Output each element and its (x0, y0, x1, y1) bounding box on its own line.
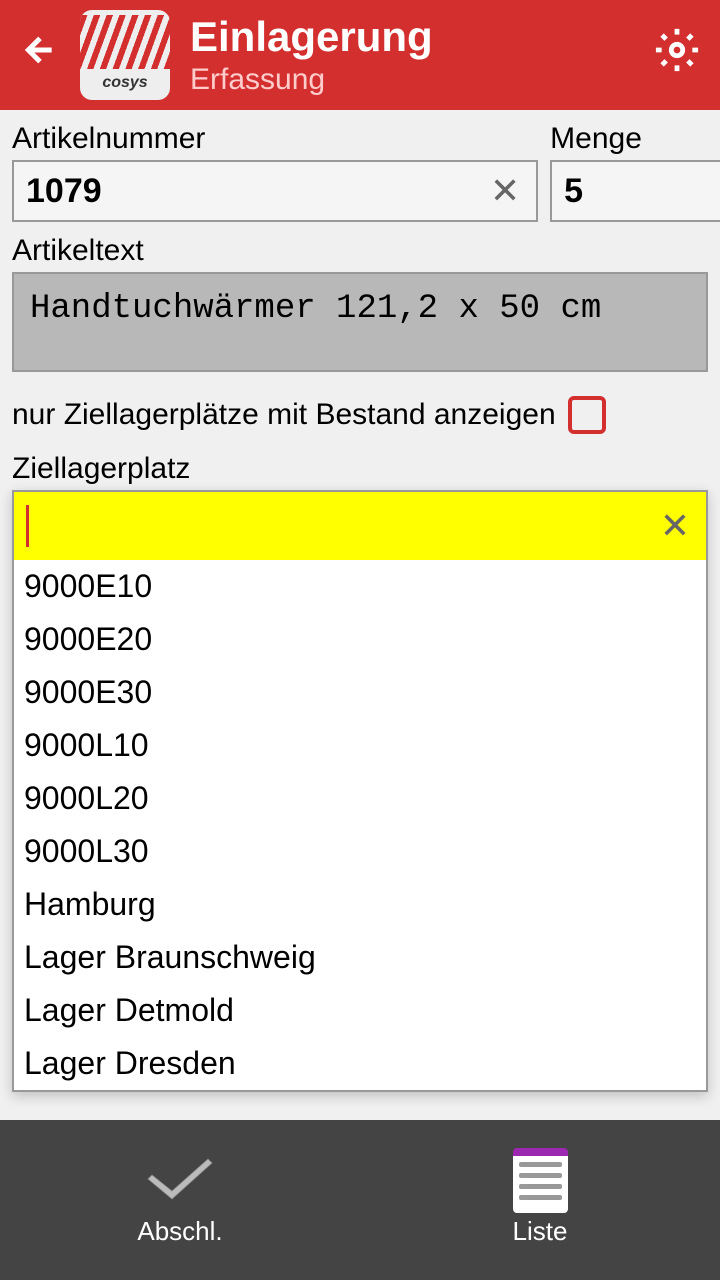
header-titles: Einlagerung Erfassung (190, 13, 654, 97)
list-button[interactable]: Liste (360, 1120, 720, 1280)
article-number-group: Artikelnummer ✕ (12, 122, 538, 222)
main-content: Artikelnummer ✕ Menge ✕ Artikeltext Hand… (0, 110, 720, 1104)
header-title: Einlagerung (190, 13, 654, 61)
list-item[interactable]: 9000L10 (14, 719, 706, 772)
article-text-label: Artikeltext (12, 234, 708, 268)
quantity-input[interactable] (564, 172, 720, 211)
target-location-group: Ziellagerplatz ✕ 9000E109000E209000E3090… (12, 452, 708, 1092)
checkmark-icon (140, 1153, 220, 1208)
list-item[interactable]: Lager Braunschweig (14, 931, 706, 984)
list-label: Liste (513, 1216, 568, 1247)
app-header: cosys Einlagerung Erfassung (0, 0, 720, 110)
target-location-dropdown: ✕ 9000E109000E209000E309000L109000L20900… (12, 490, 708, 1092)
article-text-group: Artikeltext Handtuchwärmer 121,2 x 50 cm (12, 234, 708, 372)
quantity-label: Menge (550, 122, 720, 156)
back-arrow-icon[interactable] (20, 30, 60, 80)
quantity-input-box[interactable]: ✕ (550, 160, 720, 222)
header-subtitle: Erfassung (190, 63, 654, 97)
stock-filter-label: nur Ziellagerplätze mit Bestand anzeigen (12, 398, 556, 432)
clear-target-location-icon[interactable]: ✕ (656, 501, 694, 551)
footer-bar: Abschl. Liste (0, 1120, 720, 1280)
article-number-input[interactable] (26, 172, 486, 211)
clear-article-number-icon[interactable]: ✕ (486, 166, 524, 216)
list-item[interactable]: Lager Detmold (14, 984, 706, 1037)
list-item[interactable]: 9000E10 (14, 560, 706, 613)
target-location-input-box[interactable]: ✕ (14, 492, 706, 560)
quantity-group: Menge ✕ (550, 122, 720, 222)
list-item[interactable]: 9000E20 (14, 613, 706, 666)
target-location-input[interactable] (29, 509, 656, 543)
list-item[interactable]: 9000L30 (14, 825, 706, 878)
cosys-logo: cosys (80, 10, 170, 100)
list-item[interactable]: Hamburg (14, 878, 706, 931)
article-number-label: Artikelnummer (12, 122, 538, 156)
complete-label: Abschl. (137, 1216, 222, 1247)
list-item[interactable]: 9000L20 (14, 772, 706, 825)
target-location-label: Ziellagerplatz (12, 452, 708, 486)
settings-gear-icon[interactable] (654, 27, 700, 84)
stock-filter-row: nur Ziellagerplätze mit Bestand anzeigen (12, 396, 708, 434)
list-item[interactable]: Lager Dresden (14, 1037, 706, 1090)
article-number-input-box[interactable]: ✕ (12, 160, 538, 222)
complete-button[interactable]: Abschl. (0, 1120, 360, 1280)
list-icon (500, 1153, 580, 1208)
list-item[interactable]: 9000E30 (14, 666, 706, 719)
target-location-list[interactable]: 9000E109000E209000E309000L109000L209000L… (14, 560, 706, 1090)
article-text-display: Handtuchwärmer 121,2 x 50 cm (12, 272, 708, 372)
stock-filter-checkbox[interactable] (568, 396, 606, 434)
